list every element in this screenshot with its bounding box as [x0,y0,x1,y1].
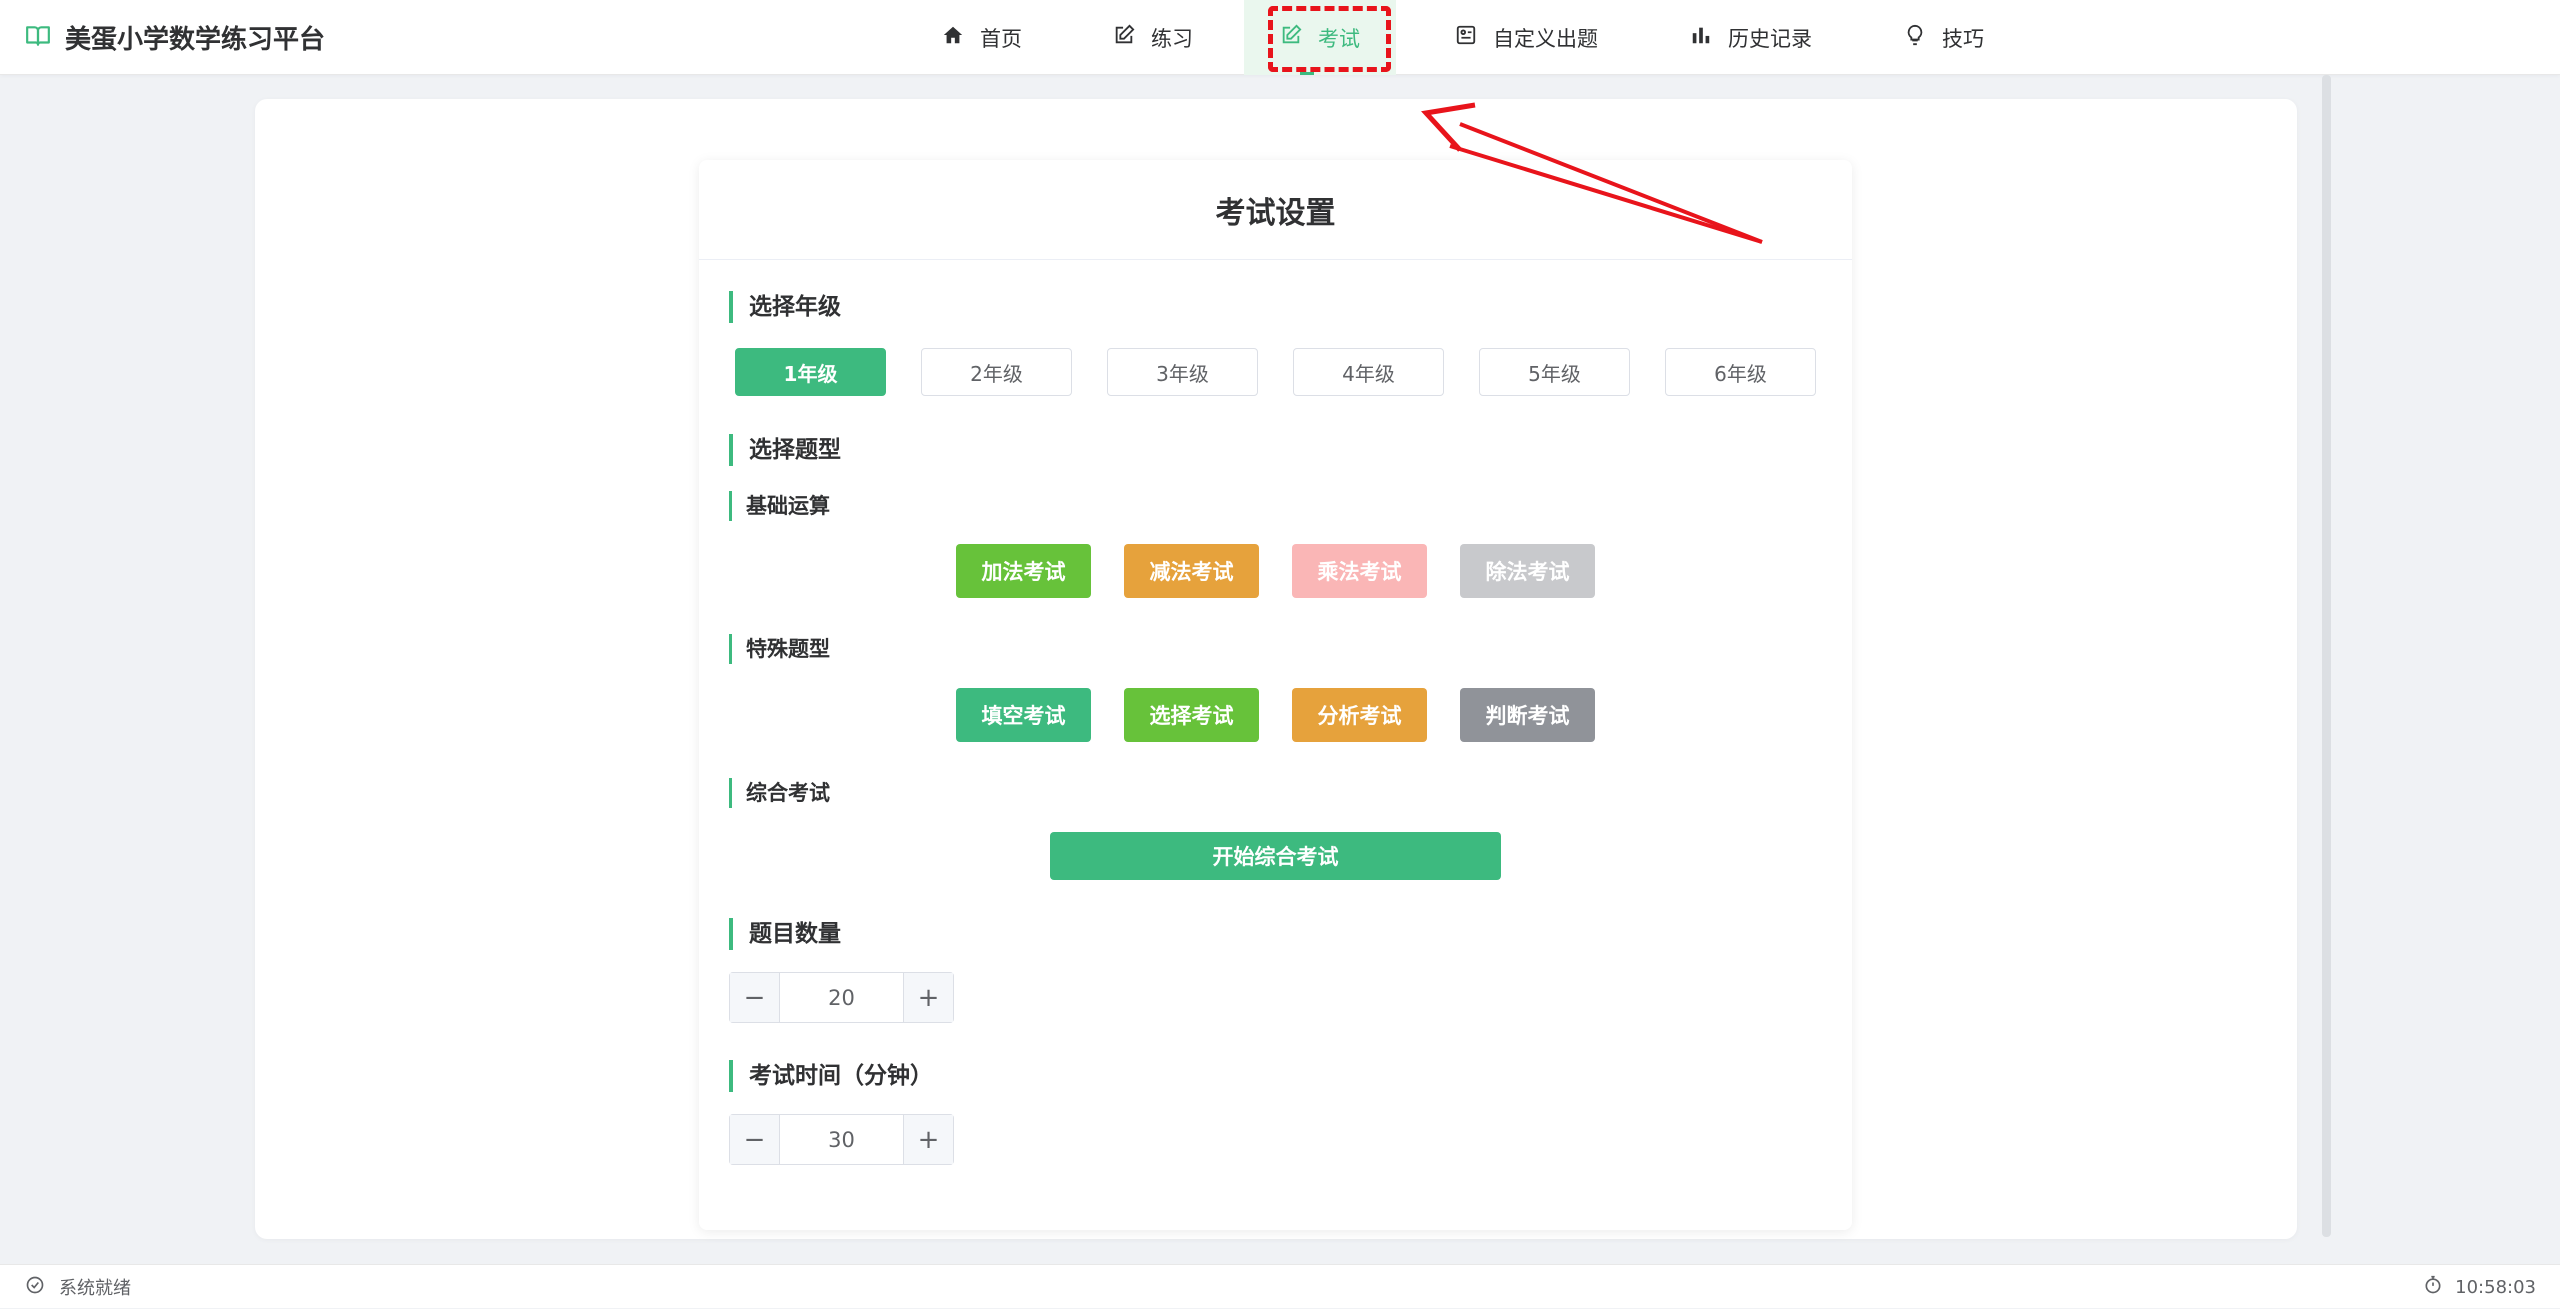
nav-tips[interactable]: 技巧 [1904,0,1984,75]
grade-button-6[interactable]: 6年级 [1665,348,1816,396]
addition-exam-button[interactable]: 加法考试 [956,544,1091,598]
clock-time: 10:58:03 [2455,1276,2536,1298]
nav-exam[interactable]: 考试 [1244,0,1396,75]
edit-icon [1113,24,1135,51]
question-type-heading: 选择题型 [729,434,841,466]
custom-quiz-icon [1455,24,1477,51]
basic-ops-heading: 基础运算 [729,491,830,521]
home-icon [942,24,964,51]
exam-time-decrement-button[interactable]: − [730,1115,780,1164]
comprehensive-heading: 综合考试 [729,778,830,808]
brand-title: 美蛋小学数学练习平台 [65,25,326,55]
nav-history[interactable]: 历史记录 [1690,0,1812,75]
exam-time-input[interactable]: 30 [780,1115,903,1164]
exam-time-increment-button[interactable]: + [903,1115,953,1164]
question-count-decrement-button[interactable]: − [730,973,780,1022]
question-count-heading: 题目数量 [729,918,841,950]
bar-chart-icon [1690,24,1712,51]
check-circle-icon [25,1275,45,1300]
nav-home-label: 首页 [980,26,1022,51]
question-count-increment-button[interactable]: + [903,973,953,1022]
analysis-exam-button[interactable]: 分析考试 [1292,688,1427,742]
true-false-exam-button[interactable]: 判断考试 [1460,688,1595,742]
status-bar: 系统就绪 10:58:03 [0,1264,2560,1308]
edit-icon [1280,24,1302,51]
system-status: 系统就绪 [25,1265,131,1309]
nav-custom-quiz-label: 自定义出题 [1493,26,1598,51]
grade-button-1[interactable]: 1年级 [735,348,886,396]
grade-button-4[interactable]: 4年级 [1293,348,1444,396]
nav-practice-label: 练习 [1151,26,1193,51]
nav-tips-label: 技巧 [1942,26,1984,51]
system-status-text: 系统就绪 [59,1278,131,1299]
question-count-stepper: − 20 + [729,972,954,1023]
nav-exam-label: 考试 [1318,26,1360,51]
lightbulb-icon [1904,24,1926,51]
stopwatch-icon [2423,1275,2443,1300]
book-open-icon [25,23,51,53]
fill-blank-exam-button[interactable]: 填空考试 [956,688,1091,742]
nav-custom-quiz[interactable]: 自定义出题 [1455,0,1598,75]
exam-time-stepper: − 30 + [729,1114,954,1165]
exam-time-heading: 考试时间（分钟） [729,1060,933,1092]
exam-settings-title: 考试设置 [699,160,1852,260]
clock: 10:58:03 [2423,1265,2536,1309]
grade-button-3[interactable]: 3年级 [1107,348,1258,396]
exam-settings-card: 考试设置 选择年级 1年级 2年级 3年级 4年级 5年级 6年级 选择题型 基… [699,160,1852,1230]
subtraction-exam-button[interactable]: 减法考试 [1124,544,1259,598]
vertical-scrollbar[interactable] [2322,75,2331,1237]
brand[interactable]: 美蛋小学数学练习平台 [25,0,325,75]
nav-history-label: 历史记录 [1728,26,1812,51]
multiplication-exam-button[interactable]: 乘法考试 [1292,544,1427,598]
nav-home[interactable]: 首页 [942,0,1022,75]
top-navbar: 美蛋小学数学练习平台 首页 练习 考试 自定义出题 历史记录 技巧 [0,0,2560,75]
special-types-heading: 特殊题型 [729,634,830,664]
grade-button-5[interactable]: 5年级 [1479,348,1630,396]
start-comprehensive-exam-button[interactable]: 开始综合考试 [1050,832,1501,880]
division-exam-button[interactable]: 除法考试 [1460,544,1595,598]
grade-heading: 选择年级 [729,291,841,323]
grade-button-2[interactable]: 2年级 [921,348,1072,396]
nav-practice[interactable]: 练习 [1113,0,1193,75]
question-count-input[interactable]: 20 [780,973,903,1022]
multiple-choice-exam-button[interactable]: 选择考试 [1124,688,1259,742]
